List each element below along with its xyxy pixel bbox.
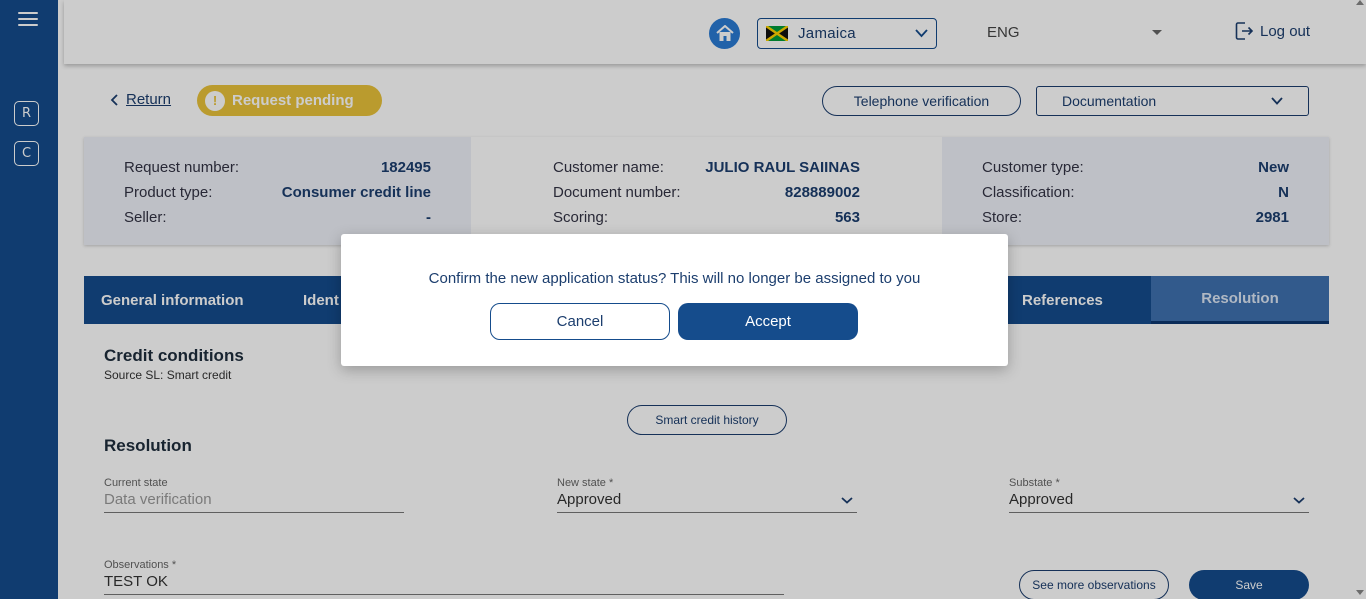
confirm-message: Confirm the new application status? This… [428,270,921,287]
cancel-button[interactable]: Cancel [490,303,670,340]
confirm-dialog: Confirm the new application status? This… [341,234,1008,366]
accept-button[interactable]: Accept [678,303,858,340]
